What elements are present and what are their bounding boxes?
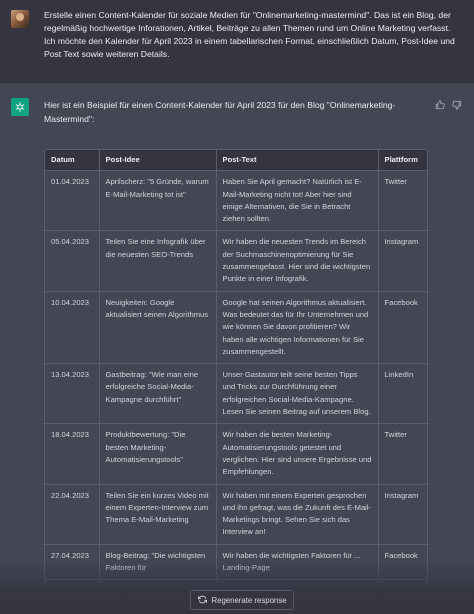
header-post-text: Post-Text [216,150,379,172]
header-post-idee: Post-Idee [99,150,217,172]
cell-plattform: Instagram [378,230,427,292]
table-row: 10.04.2023 Neuigkeiten: Google aktualisi… [45,291,427,365]
cell-post-idee: Aprilscherz: "5 Gründe, warum E-Mail-Mar… [99,170,217,232]
refresh-icon [197,595,207,606]
user-message-text: Erstelle einen Content-Kalender für sozi… [44,10,455,59]
cell-post-idee: Teilen Sie eine Infografik über die neue… [99,230,217,292]
cell-plattform: Twitter [378,423,427,485]
cell-post-idee: Produktbewertung: "Die besten Marketing-… [99,423,217,485]
header-plattform: Plattform [378,150,427,172]
assistant-message: Hier ist ein Beispiel für einen Content-… [0,83,474,614]
table-row: 05.04.2023 Teilen Sie eine Infografik üb… [45,230,427,292]
chatgpt-logo-icon [11,98,29,116]
table-row: 22.04.2023 Teilen Sie ein kurzes Video m… [45,484,427,545]
header-datum: Datum [45,150,100,172]
cell-plattform: Instagram [378,484,427,545]
cell-post-text: Google hat seinen Algorithmus aktualisie… [216,291,379,365]
regenerate-response-button[interactable]: Regenerate response [190,590,294,610]
cell-post-text: Haben Sie April gemacht? Natürlich ist E… [216,170,379,232]
cell-datum: 01.04.2023 [45,170,100,232]
thumbs-up-icon[interactable] [434,99,446,111]
table-row: 18.04.2023 Produktbewertung: "Die besten… [45,423,427,485]
cell-plattform: LinkedIn [378,363,427,425]
cell-datum: 05.04.2023 [45,230,100,292]
thumbs-down-icon[interactable] [451,99,463,111]
user-avatar [11,10,29,28]
regenerate-label: Regenerate response [211,595,287,605]
cell-post-text: Wir haben mit einem Experten gesprochen … [216,484,379,545]
cell-datum: 18.04.2023 [45,423,100,485]
table-row: 01.04.2023 Aprilscherz: "5 Gründe, warum… [45,170,427,232]
cell-plattform: Facebook [378,291,427,365]
cell-post-text: Wir haben die neuesten Trends im Bereich… [216,230,379,292]
cell-post-text: Wir haben die besten Marketing-Automatis… [216,423,379,485]
cell-post-idee: Gastbeitrag: "Wie man eine erfolgreiche … [99,363,217,425]
user-message: Erstelle einen Content-Kalender für sozi… [0,0,474,83]
cell-datum: 13.04.2023 [45,363,100,425]
cell-plattform: Twitter [378,170,427,232]
cell-datum: 10.04.2023 [45,291,100,365]
cell-post-idee: Neuigkeiten: Google aktualisiert seinen … [99,291,217,365]
cell-datum: 22.04.2023 [45,484,100,545]
cell-post-text: Unser Gastautor teilt seine besten Tipps… [216,363,379,425]
table-row: 13.04.2023 Gastbeitrag: "Wie man eine er… [45,363,427,425]
content-calendar-table: Datum Post-Idee Post-Text Plattform 01.0… [44,149,428,614]
cell-post-idee: Teilen Sie ein kurzes Video mit einem Ex… [99,484,217,545]
assistant-intro-text: Hier ist ein Beispiel für einen Content-… [44,100,396,124]
table-header-row: Datum Post-Idee Post-Text Plattform [45,150,427,172]
